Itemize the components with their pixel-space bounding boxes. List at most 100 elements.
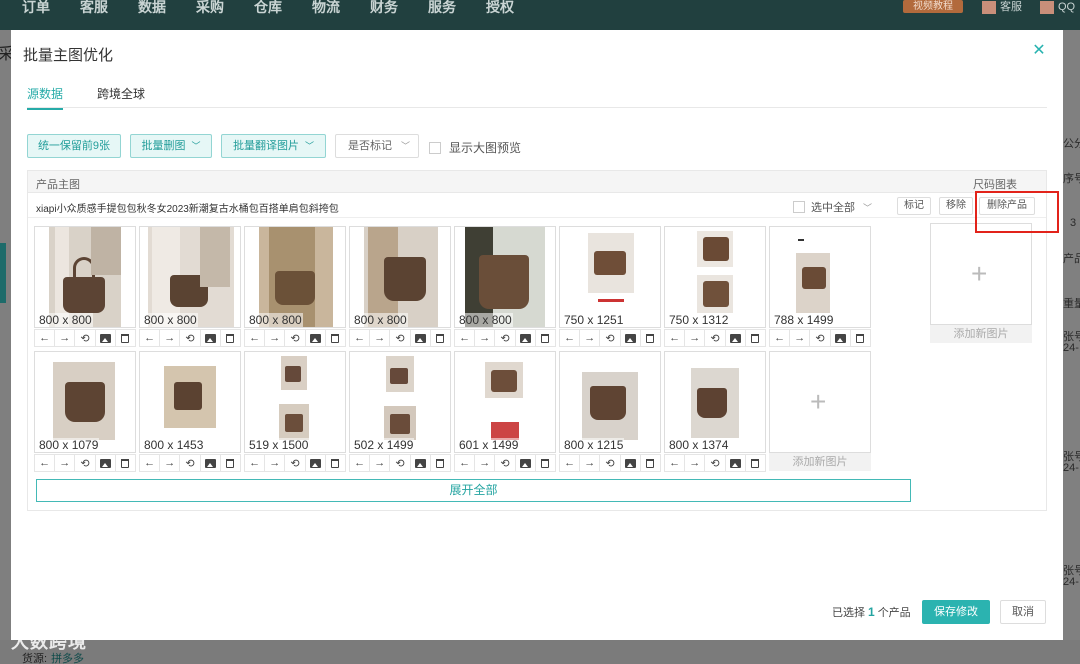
batch-translate-button[interactable]: 批量翻译图片 ﹀ xyxy=(221,134,326,158)
delete-icon[interactable] xyxy=(745,329,767,347)
menu-item-orders[interactable]: 订单 xyxy=(22,0,50,14)
replace-icon[interactable]: ⟲ xyxy=(390,329,411,347)
delete-icon[interactable] xyxy=(325,454,347,472)
replace-icon[interactable]: ⟲ xyxy=(180,329,201,347)
delete-icon[interactable] xyxy=(535,329,557,347)
product-thumbnail[interactable]: 750 x 1251 xyxy=(559,226,661,328)
delete-icon[interactable] xyxy=(220,454,242,472)
image-card[interactable]: 800 x 1079 ← → ⟲ xyxy=(34,351,137,477)
image-card[interactable]: 502 x 1499 ← → ⟲ xyxy=(349,351,452,477)
delete-icon[interactable] xyxy=(430,329,452,347)
image-edit-icon[interactable] xyxy=(410,454,431,472)
expand-all-button[interactable]: 展开全部 xyxy=(36,479,911,502)
delete-icon[interactable] xyxy=(115,329,137,347)
image-edit-icon[interactable] xyxy=(305,329,326,347)
menu-item-auth[interactable]: 授权 xyxy=(486,0,514,14)
move-left-icon[interactable]: ← xyxy=(34,454,56,472)
replace-icon[interactable]: ⟲ xyxy=(600,329,621,347)
move-right-icon[interactable]: → xyxy=(265,329,286,347)
replace-icon[interactable]: ⟲ xyxy=(810,329,831,347)
move-right-icon[interactable]: → xyxy=(160,454,181,472)
select-all-dropdown[interactable]: 选中全部 ﹀ xyxy=(793,199,872,215)
cancel-button[interactable]: 取消 xyxy=(1000,600,1046,624)
move-right-icon[interactable]: → xyxy=(475,454,496,472)
delete-icon[interactable] xyxy=(430,454,452,472)
product-thumbnail[interactable]: 750 x 1312 xyxy=(664,226,766,328)
image-card[interactable]: 800 x 800 ← → ⟲ xyxy=(244,226,347,352)
delete-icon[interactable] xyxy=(640,454,662,472)
delete-icon[interactable] xyxy=(325,329,347,347)
tab-cross-border[interactable]: 跨境全球 xyxy=(97,85,145,108)
menu-item-purchase[interactable]: 采购 xyxy=(196,0,224,14)
image-edit-icon[interactable] xyxy=(95,329,116,347)
menu-item-finance[interactable]: 财务 xyxy=(370,0,398,14)
menu-item-warehouse[interactable]: 仓库 xyxy=(254,0,282,14)
image-edit-icon[interactable] xyxy=(95,454,116,472)
product-thumbnail[interactable]: 800 x 1215 xyxy=(559,351,661,453)
add-image-button[interactable]: + 添加新图片 xyxy=(769,351,871,473)
image-card[interactable]: 601 x 1499 ← → ⟲ xyxy=(454,351,557,477)
delete-icon[interactable] xyxy=(850,329,872,347)
save-button[interactable]: 保存修改 xyxy=(922,600,990,624)
add-image-frame[interactable]: + xyxy=(930,223,1032,325)
remove-button[interactable]: 移除 xyxy=(939,197,973,215)
delete-icon[interactable] xyxy=(220,329,242,347)
tab-source-data[interactable]: 源数据 xyxy=(27,85,64,110)
image-edit-icon[interactable] xyxy=(725,329,746,347)
image-edit-icon[interactable] xyxy=(200,329,221,347)
replace-icon[interactable]: ⟲ xyxy=(705,454,726,472)
product-thumbnail[interactable]: 800 x 800 xyxy=(349,226,451,328)
move-left-icon[interactable]: ← xyxy=(664,454,686,472)
tutorial-button[interactable]: 视频教程 xyxy=(903,0,963,13)
image-edit-icon[interactable] xyxy=(620,329,641,347)
move-left-icon[interactable]: ← xyxy=(454,454,476,472)
move-left-icon[interactable]: ← xyxy=(244,329,266,347)
move-right-icon[interactable]: → xyxy=(685,329,706,347)
replace-icon[interactable]: ⟲ xyxy=(75,454,96,472)
move-left-icon[interactable]: ← xyxy=(454,329,476,347)
image-card[interactable]: 800 x 1374 ← → ⟲ xyxy=(664,351,767,477)
image-card[interactable]: 800 x 1453 ← → ⟲ xyxy=(139,351,242,477)
move-left-icon[interactable]: ← xyxy=(349,454,371,472)
image-card[interactable]: 519 x 1500 ← → ⟲ xyxy=(244,351,347,477)
image-edit-icon[interactable] xyxy=(410,329,431,347)
move-right-icon[interactable]: → xyxy=(160,329,181,347)
image-card[interactable]: 800 x 800 ← → ⟲ xyxy=(454,226,557,352)
image-edit-icon[interactable] xyxy=(515,329,536,347)
batch-delete-button[interactable]: 批量删图 ﹀ xyxy=(130,134,212,158)
product-thumbnail[interactable]: 788 x 1499 xyxy=(769,226,871,328)
image-edit-icon[interactable] xyxy=(515,454,536,472)
replace-icon[interactable]: ⟲ xyxy=(390,454,411,472)
show-large-preview-checkbox[interactable]: 显示大图预览 xyxy=(429,139,521,156)
move-right-icon[interactable]: → xyxy=(475,329,496,347)
move-left-icon[interactable]: ← xyxy=(139,454,161,472)
delete-icon[interactable] xyxy=(115,454,137,472)
move-right-icon[interactable]: → xyxy=(790,329,811,347)
image-card[interactable]: 800 x 800 ← → ⟲ xyxy=(349,226,452,352)
image-edit-icon[interactable] xyxy=(620,454,641,472)
mark-filter-select[interactable]: 是否标记 ﹀ xyxy=(335,134,419,158)
delete-icon[interactable] xyxy=(640,329,662,347)
delete-icon[interactable] xyxy=(535,454,557,472)
move-right-icon[interactable]: → xyxy=(370,329,391,347)
replace-icon[interactable]: ⟲ xyxy=(495,454,516,472)
move-right-icon[interactable]: → xyxy=(580,454,601,472)
select-all-checkbox[interactable] xyxy=(793,201,805,214)
product-thumbnail[interactable]: 601 x 1499 xyxy=(454,351,556,453)
image-card[interactable]: 750 x 1312 ← → ⟲ xyxy=(664,226,767,352)
move-right-icon[interactable]: → xyxy=(580,329,601,347)
image-card[interactable]: 788 x 1499 ← → ⟲ xyxy=(769,226,872,352)
image-card[interactable]: 800 x 1215 ← → ⟲ xyxy=(559,351,662,477)
move-left-icon[interactable]: ← xyxy=(349,329,371,347)
add-image-frame[interactable]: + xyxy=(769,351,871,453)
mark-button[interactable]: 标记 xyxy=(897,197,931,215)
replace-icon[interactable]: ⟲ xyxy=(285,329,306,347)
replace-icon[interactable]: ⟲ xyxy=(495,329,516,347)
kefu-link[interactable]: 客服 xyxy=(982,0,1022,14)
replace-icon[interactable]: ⟲ xyxy=(600,454,621,472)
product-thumbnail[interactable]: 519 x 1500 xyxy=(244,351,346,453)
product-thumbnail[interactable]: 800 x 1453 xyxy=(139,351,241,453)
menu-item-service[interactable]: 客服 xyxy=(80,0,108,14)
add-size-chart-button[interactable]: + 添加新图片 xyxy=(930,223,1032,345)
move-left-icon[interactable]: ← xyxy=(559,454,581,472)
